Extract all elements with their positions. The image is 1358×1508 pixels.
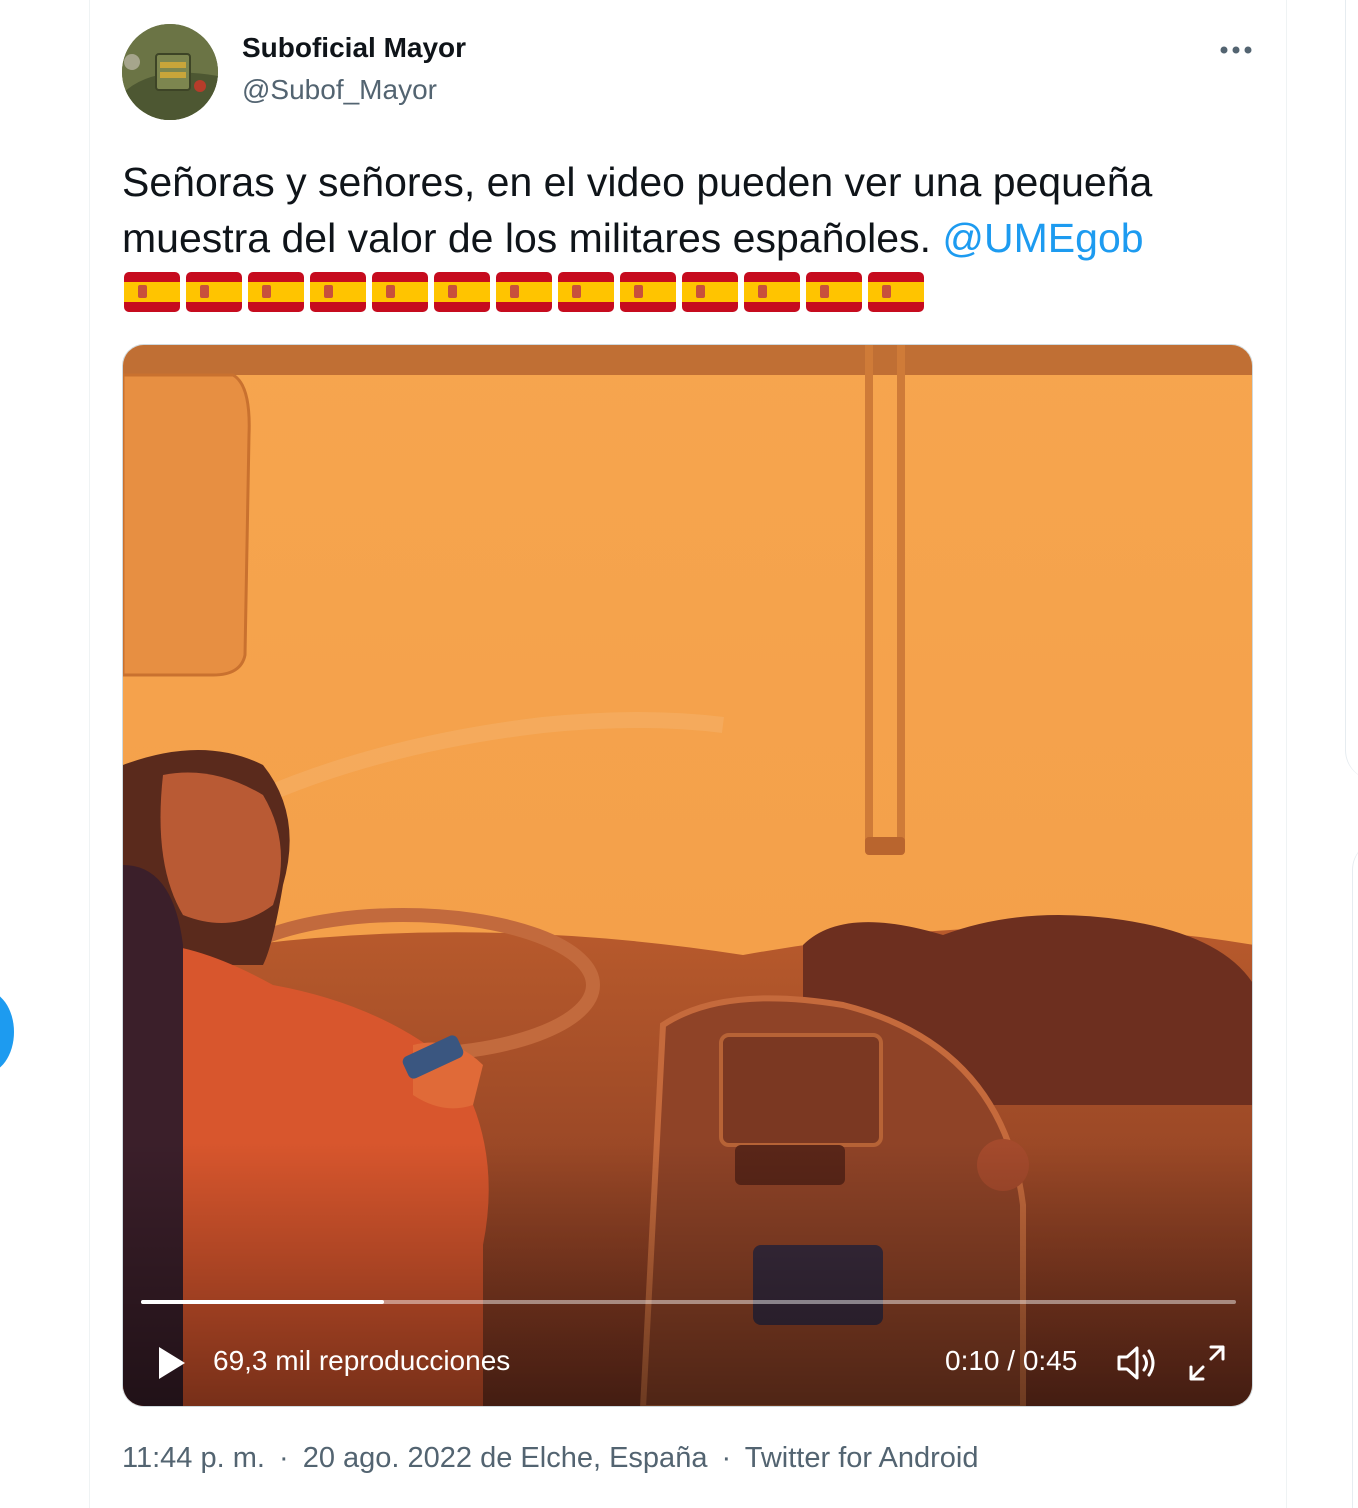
spain-flag-emoji [558,272,614,312]
fullscreen-icon [1189,1345,1225,1381]
tweet-time[interactable]: 11:44 p. m. [122,1442,265,1474]
play-icon [159,1347,185,1379]
video-timecode: 0:10 / 0:45 [945,1345,1078,1376]
mention-link[interactable]: @UMEgob [942,215,1143,261]
more-options-button[interactable] [1210,30,1262,70]
spain-flag-emoji [186,272,242,312]
spain-flag-emoji [682,272,738,312]
compose-button-edge[interactable] [0,990,14,1074]
sidebar-edge [1345,0,1358,780]
spain-flag-emoji [620,272,676,312]
play-button[interactable] [151,1343,191,1383]
spain-flag-emoji [868,272,924,312]
tweet-date-location[interactable]: 20 ago. 2022 de Elche, España [303,1442,708,1474]
spain-flag-emoji [248,272,304,312]
volume-button[interactable] [1113,1341,1161,1385]
flag-emoji-row [124,272,924,312]
fullscreen-button[interactable] [1185,1341,1229,1385]
author-display-name[interactable]: Suboficial Mayor [242,32,466,64]
meta-separator: · [721,1442,732,1474]
timeline-border-left [89,0,90,1508]
video-player[interactable]: 69,3 mil reproducciones 0:10 / 0:45 [122,344,1253,1407]
video-progress-bar[interactable] [141,1300,1236,1304]
spain-flag-emoji [124,272,180,312]
volume-icon [1117,1346,1155,1380]
video-progress-fill [141,1300,385,1304]
tweet-meta: 11:44 p. m. · 20 ago. 2022 de Elche, Esp… [122,1442,978,1475]
meta-separator: · [279,1442,289,1474]
view-count: 69,3 mil reproducciones [213,1345,511,1376]
spain-flag-emoji [806,272,862,312]
tweet-source[interactable]: Twitter for Android [745,1442,979,1474]
timeline-border-right [1286,0,1287,1508]
sidebar-edge-lower [1352,840,1358,1508]
spain-flag-emoji [372,272,428,312]
spain-flag-emoji [310,272,366,312]
more-horizontal-icon [1220,46,1252,54]
avatar[interactable] [122,24,218,120]
spain-flag-emoji [744,272,800,312]
video-frame [123,345,1252,1406]
tweet-page: Suboficial Mayor @Subof_Mayor Señoras y … [0,0,1358,1508]
spain-flag-emoji [496,272,552,312]
tweet-text: Señoras y señores, en el video pueden ve… [122,154,1252,266]
spain-flag-emoji [434,272,490,312]
author-handle[interactable]: @Subof_Mayor [242,74,437,106]
